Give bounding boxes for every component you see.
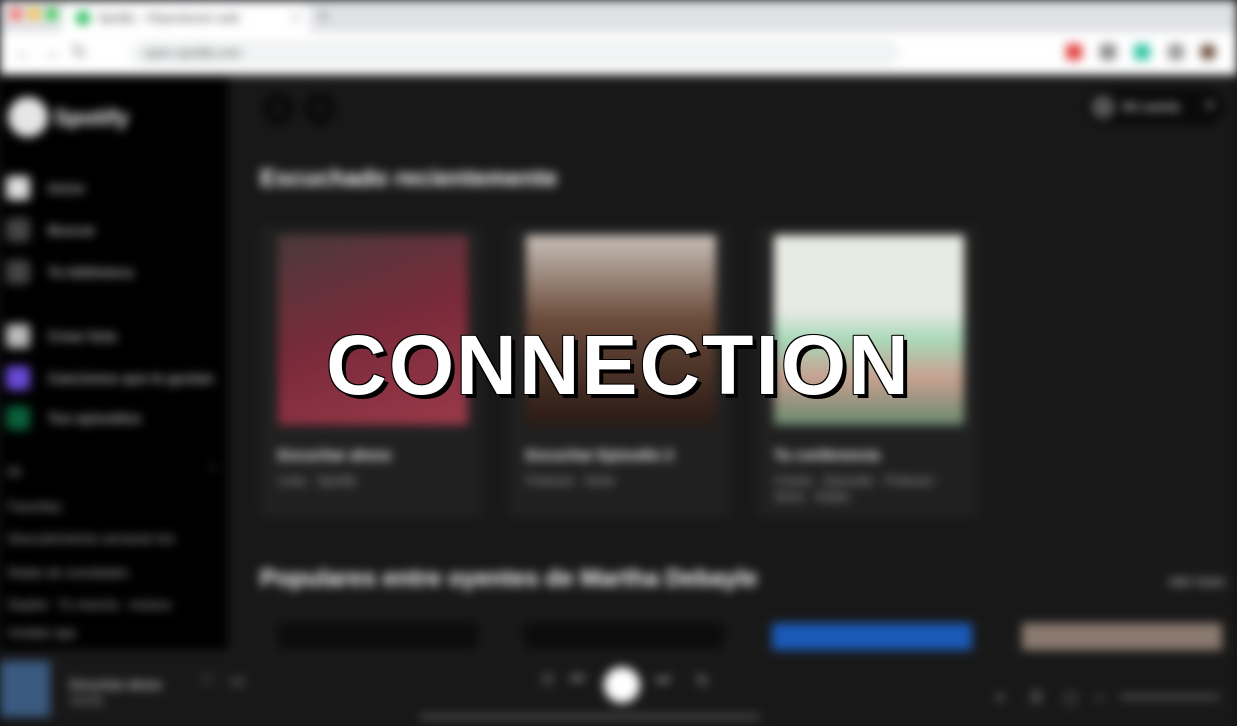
user-name: Mi cuenta [1123,99,1180,114]
sidebar-item-episodes[interactable]: Tus episodios [6,405,141,431]
playlist-item[interactable]: Radar de novedades [8,565,129,580]
minimize-window-button[interactable] [28,8,40,20]
picture-in-picture-icon[interactable]: ▭ [230,671,245,691]
playlist-item[interactable]: Descubrimiento semanal mix [8,531,175,546]
back-button[interactable]: ← [14,42,32,63]
search-icon [6,218,30,242]
extension-icon[interactable] [1066,44,1082,60]
history-forward-button[interactable]: › [304,93,336,125]
progress-bar[interactable] [420,715,760,719]
forward-button[interactable]: → [42,42,60,63]
playlist-item[interactable]: Instalar app [8,625,76,640]
next-button[interactable]: ⏭ [656,671,670,689]
close-window-button[interactable] [10,8,22,20]
card-title: Tu conferencia [774,447,880,464]
browser-tab[interactable]: Spotify – Reproductor web × [62,4,310,32]
sidebar-item-label: Tus episodios [48,410,142,426]
like-icon[interactable]: ♡ [200,671,214,691]
sidebar-item-label: Buscar [48,222,96,238]
sidebar-item-search[interactable]: Buscar [6,217,95,243]
card-subtitle: Podcast · Serie [526,473,615,488]
spotify-logo-icon[interactable] [8,97,48,137]
sidebar-item-label: Inicio [48,180,85,196]
shuffle-button[interactable]: ⤨ [540,671,553,689]
player-bar: Escuchar ahora Spotify ♡ ▭ ⤨ ⏮ ⏭ ↻ ≡ ☰ ▢… [0,650,1237,726]
profile-avatar-icon[interactable] [1200,44,1216,60]
extension-icon[interactable] [1100,44,1116,60]
user-avatar [1091,95,1115,119]
see-all-link[interactable]: VER TODO [1168,577,1225,589]
library-icon [6,260,30,284]
logo-text: Spotify [54,105,129,130]
bookmark-icon [6,406,30,430]
now-playing-artist[interactable]: Spotify [70,695,104,707]
play-button[interactable] [604,667,640,703]
card-title: Escuchar Episodio 2 [526,447,674,464]
section-title: Escuchado recientemente [260,165,558,192]
new-tab-button[interactable]: + [318,6,329,27]
maximize-window-button[interactable] [46,8,58,20]
history-back-button[interactable]: ‹ [262,93,294,125]
now-playing-title[interactable]: Escuchar ahora [70,677,161,692]
home-icon [6,176,30,200]
spotify-favicon-icon [76,11,90,25]
card-subtitle: Charla · Episodio · Podcast · Serie · Ra… [774,473,941,504]
section-title: Populares entre oyentes de Martha Debayl… [260,565,758,592]
playlist-item[interactable]: Favoritas [8,499,61,514]
collapse-icon[interactable]: › [210,458,228,476]
browser-address-bar: ← → ↻ open.spotify.com [0,32,1237,75]
tab-close-icon[interactable]: × [292,10,300,25]
previous-button[interactable]: ⏮ [570,671,584,689]
lyrics-icon[interactable]: ≡ [996,689,1004,705]
url-field[interactable]: open.spotify.com [130,40,900,66]
volume-slider[interactable] [1120,695,1220,699]
sidebar-item-home[interactable]: Inicio [6,175,85,201]
extension-icon[interactable] [1168,44,1184,60]
repeat-button[interactable]: ↻ [696,671,709,691]
device-icon[interactable]: ▢ [1064,689,1077,706]
extension-icon[interactable] [1134,44,1150,60]
sidebar-item-library[interactable]: Tu biblioteca [6,259,133,285]
user-menu-button[interactable]: Mi cuenta ▾ [1085,89,1225,125]
caret-down-icon: ▾ [1206,98,1213,112]
tab-title: Spotify – Reproductor web [98,11,240,25]
queue-icon[interactable]: ☰ [1030,689,1043,706]
browser-tab-bar: Spotify – Reproductor web × + [0,0,1237,32]
library-header: Mi [8,465,21,479]
card-title: Escuchar ahora [278,447,391,464]
sidebar-item-label: Tu biblioteca [48,264,134,280]
now-playing-cover-image[interactable] [0,661,50,717]
playlist-item[interactable]: Daylist · Tu mezcla · música [8,597,171,612]
reload-button[interactable]: ↻ [72,42,87,63]
volume-icon[interactable]: ♪ [1096,689,1103,705]
overlay-caption: CONNECTION [326,318,911,412]
card-subtitle: Lista · Spotify [278,473,357,488]
